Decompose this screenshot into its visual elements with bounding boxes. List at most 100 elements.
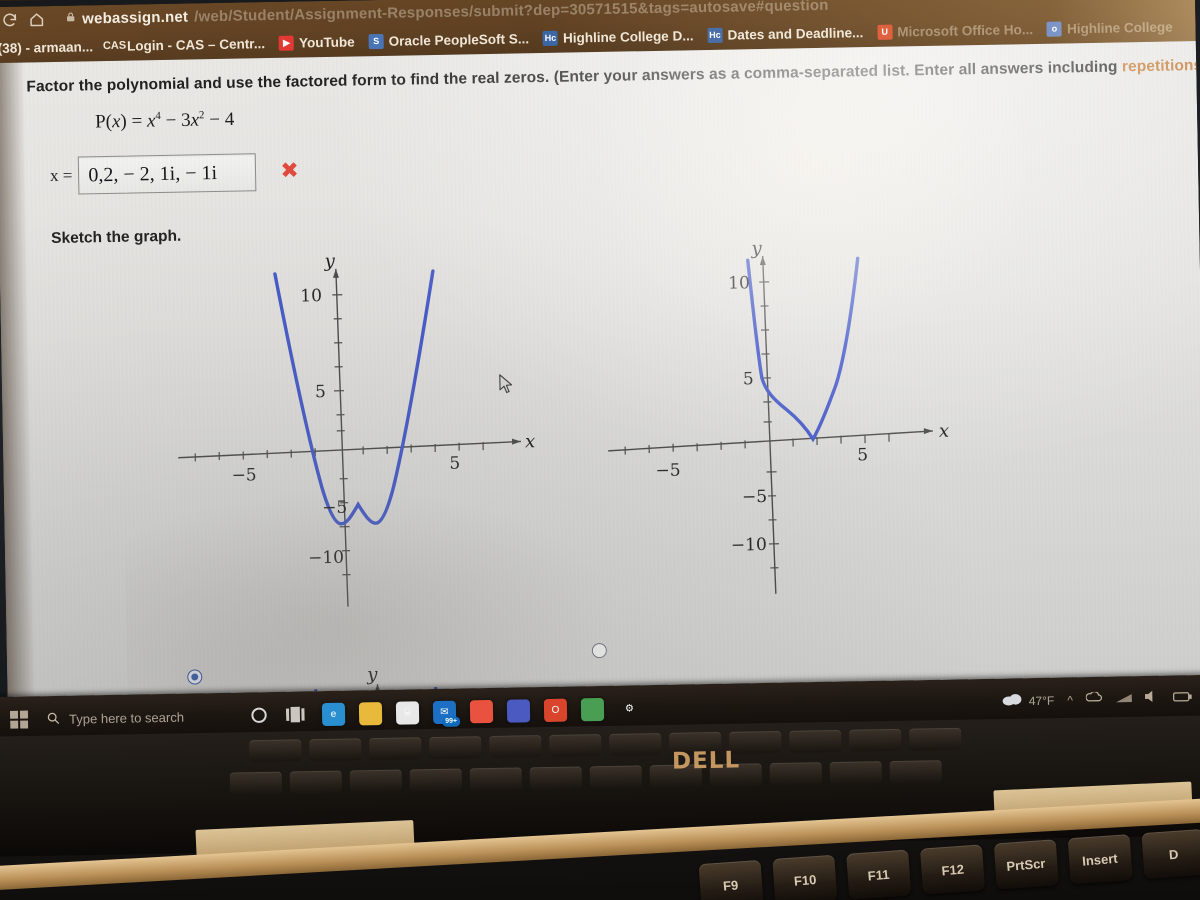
bookmark-label: (38) - armaan... <box>0 38 94 56</box>
chrome-icon-2[interactable] <box>580 697 605 721</box>
keyboard-key-f11: F11 <box>846 849 912 900</box>
y-axis-label: y <box>323 251 335 272</box>
bookmark-item[interactable]: Hc Highline College D... <box>542 27 694 46</box>
chrome-icon[interactable] <box>469 699 494 723</box>
keyboard-key <box>249 739 302 763</box>
keyboard-key-label: F11 <box>867 866 891 884</box>
y-axis-label: y <box>750 238 762 259</box>
graph-option-2-svg: −5 5 10 5 −5 −10 x y <box>608 238 950 594</box>
answer-input[interactable]: 0,2, − 2, 1i, − 1i <box>78 153 257 195</box>
keyboard-key <box>429 736 482 760</box>
url-host: webassign.net <box>82 8 189 27</box>
cortana-icon[interactable] <box>248 704 271 727</box>
bookmark-item[interactable]: ▶ YouTube <box>278 34 355 51</box>
teams-icon[interactable] <box>506 698 531 723</box>
x-axis-label: x <box>525 431 536 452</box>
graph-option-2-radio[interactable] <box>591 642 608 659</box>
graph-option-2[interactable]: −5 5 10 5 −5 −10 x y <box>591 230 996 659</box>
bookmark-favicon-icon: o <box>1046 20 1063 37</box>
curve-partial <box>746 256 860 443</box>
keyboard-key-f10: F10 <box>772 854 838 900</box>
taskbar-search[interactable]: Type here to search <box>46 708 184 728</box>
file-explorer-icon[interactable] <box>358 701 383 725</box>
show-hidden-icons-chevron[interactable]: ^ <box>1067 693 1073 707</box>
graph-option-1[interactable]: −5 5 10 5 −5 −10 x y <box>169 243 566 685</box>
answer-row: x = 0,2, − 2, 1i, − 1i ✖ <box>50 153 299 196</box>
home-icon[interactable] <box>28 11 45 28</box>
search-icon <box>46 710 60 727</box>
keyboard-key <box>309 738 362 762</box>
keyboard-key <box>289 770 343 794</box>
x-ticks <box>624 433 890 455</box>
bookmark-label: Oracle PeopleSoft S... <box>388 30 530 49</box>
x-tick-label-5: 5 <box>449 454 460 474</box>
polynomial-expression: P(x) = x4 − 3x2 − 4 <box>94 109 235 133</box>
notification-badge: 99+ <box>442 716 461 727</box>
cloud-icon <box>1002 692 1023 711</box>
y-tick-label-5: 5 <box>743 369 754 389</box>
y-tick-label-5: 5 <box>315 382 326 402</box>
bookmark-label: Highline College D... <box>562 27 694 46</box>
weather-temperature: 47°F <box>1028 693 1055 709</box>
bookmark-favicon-icon: U <box>877 24 893 40</box>
bookmark-label: Login - CAS – Centr... <box>126 35 266 54</box>
x-axis-label: x <box>939 421 950 442</box>
keyboard-key <box>549 734 602 757</box>
office-icon[interactable]: O <box>543 698 568 722</box>
keyboard-key-insert: Insert <box>1067 834 1133 885</box>
x-tick-label-neg5: −5 <box>231 465 256 485</box>
bookmark-item[interactable]: (38) - armaan... <box>0 39 93 56</box>
keyboard-key-label: Insert <box>1081 850 1119 869</box>
onedrive-icon[interactable] <box>1085 691 1103 709</box>
keyboard-key <box>789 729 842 753</box>
keyboard-key-f12: F12 <box>919 844 986 895</box>
reload-icon[interactable] <box>1 11 18 28</box>
curve-quartic <box>273 269 435 526</box>
bookmark-label: Microsoft Office Ho... <box>897 21 1034 40</box>
volume-icon[interactable] <box>1145 690 1160 708</box>
settings-gear-icon[interactable]: ⚙ <box>618 697 641 720</box>
question-prompt: Factor the polynomial and use the factor… <box>26 57 1200 97</box>
keyboard-key-label: F12 <box>940 861 965 878</box>
webassign-page: Factor the polynomial and use the factor… <box>0 41 1200 707</box>
task-view-icon[interactable] <box>285 703 308 726</box>
screen-left-shadow <box>0 62 36 707</box>
mail-icon[interactable]: ✉ 99+ <box>432 700 461 727</box>
lock-icon <box>65 10 76 23</box>
keyboard-key <box>609 733 662 756</box>
bookmark-item[interactable]: o Highline College <box>1046 18 1173 37</box>
bookmark-favicon-icon: Hc <box>542 30 559 46</box>
taskbar-search-placeholder: Type here to search <box>68 709 185 727</box>
bookmark-favicon-icon: Hc <box>707 27 723 43</box>
keyboard-key <box>589 765 643 789</box>
y-tick-label-10: 10 <box>728 273 750 293</box>
bookmark-label: Highline College <box>1066 18 1173 36</box>
edge-icon[interactable]: e <box>321 702 346 726</box>
x-axis-arrow <box>511 438 522 445</box>
weather-widget[interactable]: 47°F <box>1002 691 1055 711</box>
keyboard-key <box>849 728 902 752</box>
keyboard-key-d: D <box>1141 828 1200 880</box>
keyboard-key <box>229 771 283 795</box>
windows-start-icon[interactable] <box>9 710 29 729</box>
network-icon[interactable] <box>1115 690 1132 708</box>
bookmark-item[interactable]: U Microsoft Office Ho... <box>877 22 1033 40</box>
answer-label: x = <box>49 165 73 186</box>
keyboard-key <box>349 769 403 793</box>
bookmark-item[interactable]: S Oracle PeopleSoft S... <box>368 30 530 49</box>
taskbar-apps: e ⌸ ✉ 99+ O ⚙ <box>248 697 641 727</box>
battery-icon[interactable] <box>1172 689 1192 707</box>
keyboard-key-prtscr: PrtScr <box>993 839 1059 890</box>
bookmark-item[interactable]: Hc Dates and Deadline... <box>707 25 863 43</box>
x-axis-arrow <box>923 428 933 435</box>
y-axis-label: y <box>366 664 378 685</box>
keyboard-key <box>769 762 823 786</box>
microsoft-store-icon[interactable]: ⌸ <box>395 700 420 725</box>
bookmark-label: Dates and Deadline... <box>727 24 864 43</box>
keyboard-key <box>489 735 542 759</box>
dell-brand-logo: DELL <box>671 747 741 775</box>
bookmark-item[interactable]: CAS Login - CAS – Centr... <box>103 35 266 54</box>
taskbar-pinned-apps: e ⌸ ✉ 99+ O ⚙ <box>321 697 641 727</box>
key-row-2 <box>229 760 942 795</box>
graph-option-1-radio[interactable] <box>187 669 203 685</box>
